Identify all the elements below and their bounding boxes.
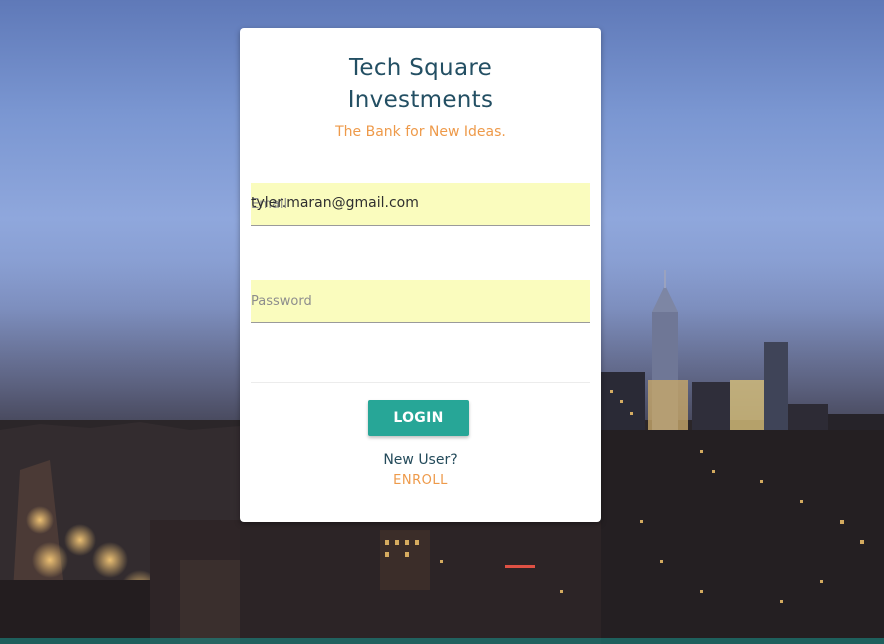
login-card: Tech Square Investments The Bank for New…: [240, 28, 601, 522]
email-field[interactable]: Email tyler.maran@gmail.com: [251, 183, 590, 226]
password-label: Password: [251, 294, 312, 309]
email-input-value[interactable]: tyler.maran@gmail.com: [251, 195, 419, 211]
tagline: The Bank for New Ideas.: [335, 124, 506, 140]
form-divider: [251, 382, 590, 383]
login-button[interactable]: LOGIN: [368, 400, 469, 436]
app-title: Tech Square Investments: [240, 52, 601, 116]
app-title-line-1: Tech Square: [348, 55, 493, 81]
password-field[interactable]: Password: [251, 280, 590, 323]
new-user-text: New User?: [383, 452, 458, 468]
enroll-link[interactable]: ENROLL: [240, 473, 601, 488]
app-title-line-2: Investments: [347, 87, 494, 113]
